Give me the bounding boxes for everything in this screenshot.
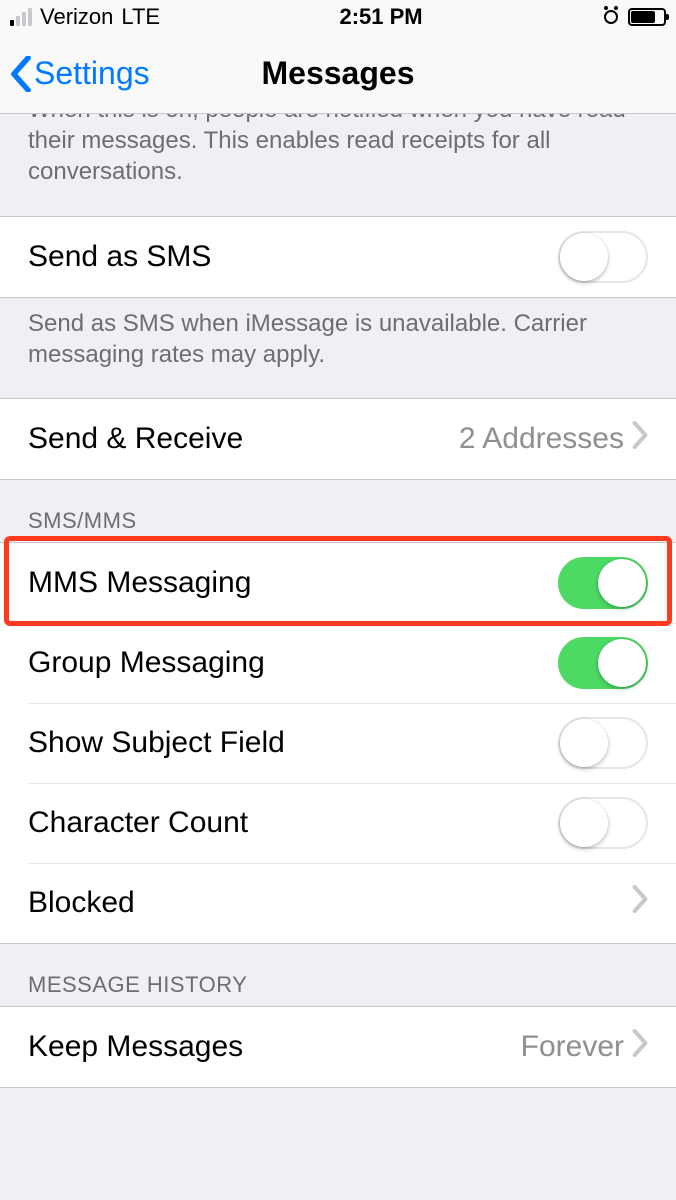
keep-messages-row[interactable]: Keep Messages Forever [0, 1007, 676, 1087]
back-button[interactable]: Settings [10, 55, 150, 92]
send-receive-value: 2 Addresses [459, 422, 624, 456]
character-count-toggle[interactable] [558, 797, 648, 849]
group-messaging-toggle[interactable] [558, 637, 648, 689]
show-subject-field-row[interactable]: Show Subject Field [0, 703, 676, 783]
carrier-label: Verizon [40, 4, 113, 30]
status-time: 2:51 PM [339, 4, 422, 30]
send-receive-label: Send & Receive [28, 422, 243, 456]
chevron-left-icon [10, 56, 32, 92]
chevron-right-icon [632, 1029, 648, 1065]
network-label: LTE [121, 4, 160, 30]
character-count-label: Character Count [28, 806, 248, 840]
message-history-header: MESSAGE HISTORY [0, 944, 676, 1006]
signal-bars-icon [10, 8, 32, 26]
sms-mms-header: SMS/MMS [0, 480, 676, 542]
send-as-sms-group: Send as SMS [0, 216, 676, 298]
group-messaging-label: Group Messaging [28, 646, 265, 680]
blocked-label: Blocked [28, 886, 135, 920]
send-as-sms-label: Send as SMS [28, 240, 211, 274]
sms-mms-group: MMS Messaging Group Messaging Show Subject… [0, 542, 676, 944]
message-history-group: Keep Messages Forever [0, 1006, 676, 1088]
battery-icon [628, 8, 666, 26]
show-subject-field-label: Show Subject Field [28, 726, 285, 760]
send-as-sms-toggle[interactable] [558, 231, 648, 283]
send-receive-group: Send & Receive 2 Addresses [0, 398, 676, 480]
blocked-row[interactable]: Blocked [0, 863, 676, 943]
keep-messages-label: Keep Messages [28, 1030, 243, 1064]
send-receive-row[interactable]: Send & Receive 2 Addresses [0, 399, 676, 479]
keep-messages-value: Forever [521, 1030, 624, 1064]
chevron-right-icon [632, 421, 648, 457]
back-label: Settings [34, 55, 150, 92]
mms-messaging-toggle[interactable] [558, 557, 648, 609]
alarm-icon [602, 8, 620, 26]
navigation-bar: Settings Messages [0, 34, 676, 114]
status-bar: Verizon LTE 2:51 PM [0, 0, 676, 34]
send-as-sms-row[interactable]: Send as SMS [0, 217, 676, 297]
page-title: Messages [262, 55, 415, 92]
send-as-sms-description: Send as SMS when iMessage is unavailable… [0, 298, 676, 398]
character-count-row[interactable]: Character Count [0, 783, 676, 863]
mms-messaging-row[interactable]: MMS Messaging [0, 543, 676, 623]
show-subject-field-toggle[interactable] [558, 717, 648, 769]
mms-messaging-label: MMS Messaging [28, 566, 251, 600]
chevron-right-icon [632, 885, 648, 921]
group-messaging-row[interactable]: Group Messaging [0, 623, 676, 703]
